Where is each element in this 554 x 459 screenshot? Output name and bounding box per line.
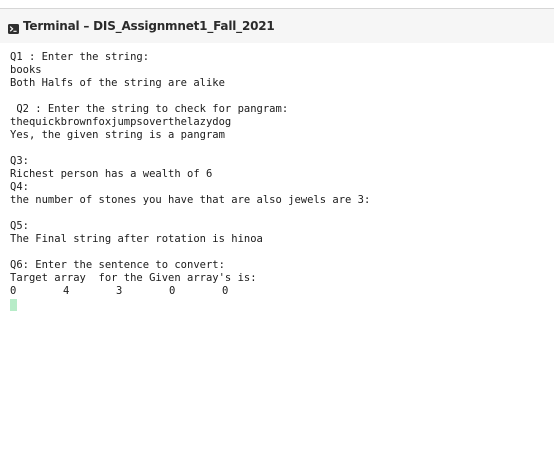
terminal-line: the number of stones you have that are a… bbox=[10, 194, 371, 206]
terminal-line: Both Halfs of the string are alike bbox=[10, 77, 225, 89]
window-top-edge bbox=[0, 0, 554, 9]
terminal-line: thequickbrownfoxjumpsoverthelazydog bbox=[10, 116, 232, 128]
terminal-line: Q4: bbox=[10, 181, 29, 193]
array-value: 0 bbox=[10, 285, 17, 297]
array-value: 0 bbox=[169, 285, 176, 297]
terminal-line: Yes, the given string is a pangram bbox=[10, 129, 225, 141]
array-value: 0 bbox=[222, 285, 229, 297]
terminal-line: Q3: bbox=[10, 155, 29, 167]
terminal-line: Q6: Enter the sentence to convert: bbox=[10, 259, 225, 271]
text-cursor bbox=[10, 299, 17, 311]
terminal-output[interactable]: Q1 : Enter the string: books Both Halfs … bbox=[10, 51, 550, 451]
window-title: Terminal – DIS_Assignmnet1_Fall_2021 bbox=[23, 19, 275, 33]
terminal-window: Terminal – DIS_Assignmnet1_Fall_2021 Q1 … bbox=[0, 0, 554, 459]
terminal-line: Target array for the Given array's is: bbox=[10, 272, 257, 284]
terminal-prompt-icon bbox=[8, 21, 19, 34]
array-output-row: 0 4 3 0 0 bbox=[10, 285, 550, 298]
terminal-line: Q5: bbox=[10, 220, 29, 232]
terminal-line: Q1 : Enter the string: bbox=[10, 51, 150, 63]
title-bar[interactable]: Terminal – DIS_Assignmnet1_Fall_2021 bbox=[0, 9, 554, 43]
terminal-line: The Final string after rotation is hinoa bbox=[10, 233, 263, 245]
terminal-line: Q2 : Enter the string to check for pangr… bbox=[10, 103, 289, 115]
array-value: 4 bbox=[63, 285, 70, 297]
terminal-line: books bbox=[10, 64, 42, 76]
terminal-line: Richest person has a wealth of 6 bbox=[10, 168, 213, 180]
array-value: 3 bbox=[116, 285, 123, 297]
